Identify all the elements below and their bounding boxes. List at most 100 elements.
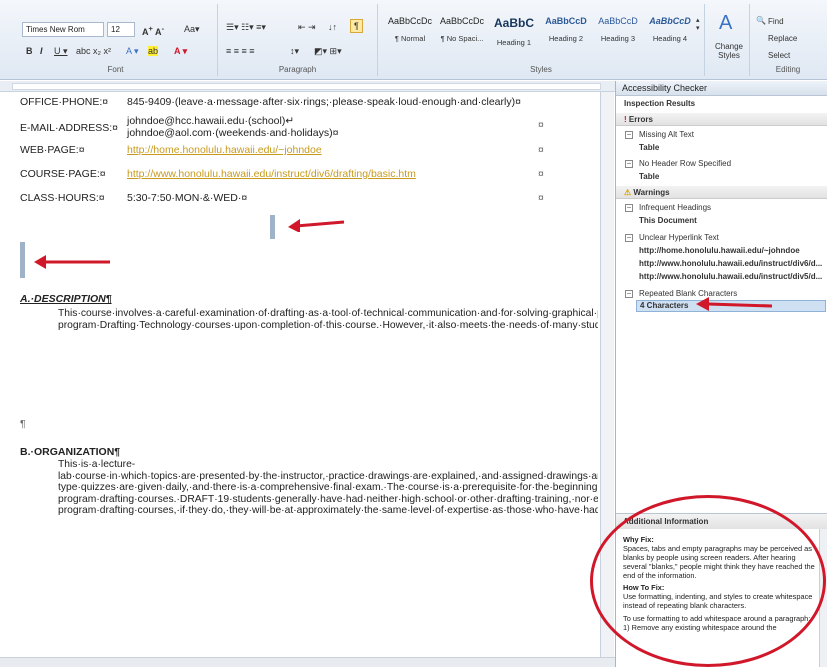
- bold-button[interactable]: B: [26, 46, 33, 56]
- organization-paragraph: This·is·a·lecture-lab·course·in·which·to…: [58, 459, 598, 517]
- organization-heading: B.·ORGANIZATION¶: [20, 446, 121, 458]
- style-normal[interactable]: AaBbCcDc ¶ Normal: [384, 14, 436, 52]
- highlight-icon[interactable]: ab: [148, 46, 159, 56]
- web-page-link[interactable]: http://home.honolulu.hawaii.edu/~johndoe: [127, 144, 322, 157]
- collapse-icon[interactable]: −: [625, 160, 633, 168]
- inspection-results-label: Inspection Results: [624, 99, 696, 108]
- cell-mark: ¤: [538, 168, 544, 180]
- style-name: Heading 4: [652, 34, 688, 43]
- change-styles-button[interactable]: Change Styles: [711, 42, 747, 60]
- style-name: ¶ No Spaci...: [440, 34, 484, 43]
- unclear-hyperlink-label[interactable]: Unclear Hyperlink Text: [639, 233, 719, 242]
- unclear-hyperlink-item[interactable]: http://home.honolulu.hawaii.edu/~johndoe: [639, 246, 825, 255]
- ruler[interactable]: [0, 81, 615, 92]
- font-name-box[interactable]: Times New Rom: [22, 22, 104, 37]
- collapse-icon[interactable]: −: [625, 204, 633, 212]
- cell-mark: ¤: [538, 192, 544, 204]
- cell-mark: ¤: [538, 119, 544, 131]
- align-icons[interactable]: ≡ ≡ ≡ ≡: [226, 46, 255, 56]
- infrequent-headings-item[interactable]: This Document: [639, 216, 697, 225]
- style-preview: AaBbCcDc: [439, 16, 484, 26]
- font-color-icon[interactable]: A ▾: [174, 46, 187, 57]
- unclear-hyperlink-item[interactable]: http://www.honolulu.hawaii.edu/instruct/…: [639, 272, 825, 281]
- email-value-2: johndoe@aol.com·(weekends·and·holidays)¤: [127, 127, 339, 139]
- no-header-item[interactable]: Table: [639, 172, 659, 181]
- empty-paragraph-mark: ¶: [20, 418, 26, 430]
- strike-icon[interactable]: abc x₂ x²: [76, 46, 111, 56]
- shading-icon[interactable]: ◩▾ ⊞▾: [314, 46, 342, 57]
- style-preview: AaBbCcD: [649, 16, 691, 26]
- style-heading-2[interactable]: AaBbCcD Heading 2: [540, 14, 592, 52]
- errors-label: Errors: [628, 115, 653, 124]
- missing-alt-item[interactable]: Table: [639, 143, 659, 152]
- styles-group: AaBbCcDc ¶ Normal AaBbCcDc ¶ No Spaci... A…: [378, 4, 705, 76]
- description-paragraph: This·course·involves·a·careful·examinati…: [58, 308, 598, 331]
- replace-button[interactable]: Replace: [768, 34, 797, 43]
- collapse-icon[interactable]: −: [625, 131, 633, 139]
- missing-alt-label[interactable]: Missing Alt Text: [639, 130, 694, 139]
- style-heading-4[interactable]: AaBbCcD Heading 4: [644, 14, 696, 52]
- paragraph-group-label: Paragraph: [278, 65, 317, 74]
- change-styles-icon: A: [719, 12, 733, 34]
- document-page[interactable]: OFFICE·PHONE:¤ 845-9409·(leave·a·message…: [10, 92, 598, 657]
- show-marks-button[interactable]: ¶: [350, 19, 363, 33]
- class-hours-label: CLASS·HOURS:¤: [20, 192, 105, 204]
- red-arrow-icon: [34, 255, 110, 269]
- web-page-label: WEB·PAGE:¤: [20, 144, 85, 156]
- underline-button[interactable]: U ▾: [54, 46, 68, 57]
- select-button[interactable]: Select: [768, 51, 790, 60]
- blank-character-highlight: [270, 215, 275, 239]
- grow-font-icon[interactable]: A+ A-: [142, 24, 164, 37]
- blank-paragraph-highlight: [20, 242, 25, 278]
- find-button[interactable]: Find: [768, 17, 784, 26]
- style-heading-1[interactable]: AaBbC Heading 1: [488, 14, 540, 52]
- find-icon[interactable]: 🔍: [756, 16, 766, 25]
- font-size-box[interactable]: 12: [107, 22, 135, 37]
- text-effects-icon[interactable]: A ▾: [126, 46, 139, 57]
- editing-group: 🔍 Find Replace Select Editing: [750, 4, 826, 76]
- course-page-label: COURSE·PAGE:¤: [20, 168, 106, 180]
- line-spacing-icon[interactable]: ↕▾: [290, 46, 299, 57]
- office-phone-label: OFFICE·PHONE:¤: [20, 96, 109, 108]
- paragraph-group: ☰▾ ☷▾ ≡▾ ⇤ ⇥ ↓↑ ¶ ≡ ≡ ≡ ≡ ↕▾ ◩▾ ⊞▾ Parag…: [218, 4, 378, 76]
- unclear-hyperlink-item[interactable]: http://www.honolulu.hawaii.edu/instruct/…: [639, 259, 825, 268]
- style-no-spacing[interactable]: AaBbCcDc ¶ No Spaci...: [436, 14, 488, 52]
- style-name: ¶ Normal: [394, 34, 426, 43]
- indent-icon[interactable]: ⇤ ⇥: [298, 22, 316, 33]
- styles-scroll-icon[interactable]: ▴ ▾: [696, 16, 700, 32]
- style-preview: AaBbCcD: [598, 16, 638, 26]
- warnings-section[interactable]: ⚠ Warnings: [616, 186, 827, 199]
- email-label: E-MAIL·ADDRESS:¤: [20, 122, 119, 134]
- infrequent-headings-label[interactable]: Infrequent Headings: [639, 203, 711, 212]
- font-group: Times New Rom 12 A+ A- Aa▾ B I U ▾ abc x…: [14, 4, 218, 76]
- style-preview: AaBbCcDc: [387, 16, 432, 26]
- styles-group-label: Styles: [530, 65, 552, 74]
- style-name: Heading 3: [600, 34, 636, 43]
- course-page-link[interactable]: http://www.honolulu.hawaii.edu/instruct/…: [127, 168, 416, 181]
- class-hours-value: 5:30-7:50·MON·&·WED·¤: [127, 192, 248, 204]
- font-group-label: Font: [107, 65, 124, 74]
- errors-section[interactable]: ! Errors: [616, 113, 827, 126]
- style-name: Heading 1: [496, 38, 532, 47]
- editing-group-label: Editing: [775, 65, 801, 74]
- sort-icon[interactable]: ↓↑: [328, 22, 337, 32]
- cell-mark: ¤: [538, 144, 544, 156]
- style-preview: AaBbCcD: [545, 16, 587, 26]
- change-styles-group: A Change Styles: [705, 4, 750, 76]
- style-heading-3[interactable]: AaBbCcD Heading 3: [592, 14, 644, 52]
- office-phone-value: 845-9409·(leave·a·message·after·six·ring…: [127, 96, 521, 108]
- bullets-icon[interactable]: ☰▾ ☷▾ ≡▾: [226, 22, 266, 33]
- collapse-icon[interactable]: −: [625, 290, 633, 298]
- no-header-label[interactable]: No Header Row Specified: [639, 159, 731, 168]
- collapse-icon[interactable]: −: [625, 234, 633, 242]
- ribbon: Times New Rom 12 A+ A- Aa▾ B I U ▾ abc x…: [0, 0, 827, 80]
- style-preview: AaBbC: [493, 16, 534, 30]
- red-highlight-circle: [590, 495, 826, 667]
- red-arrow-icon: [696, 297, 773, 311]
- clear-format-icon[interactable]: Aa▾: [184, 24, 200, 35]
- red-arrow-icon: [288, 219, 345, 232]
- italic-button[interactable]: I: [40, 46, 43, 56]
- warning-icon: ⚠: [624, 188, 634, 197]
- document-horizontal-scrollbar[interactable]: [0, 657, 615, 667]
- warnings-label: Warnings: [633, 188, 670, 197]
